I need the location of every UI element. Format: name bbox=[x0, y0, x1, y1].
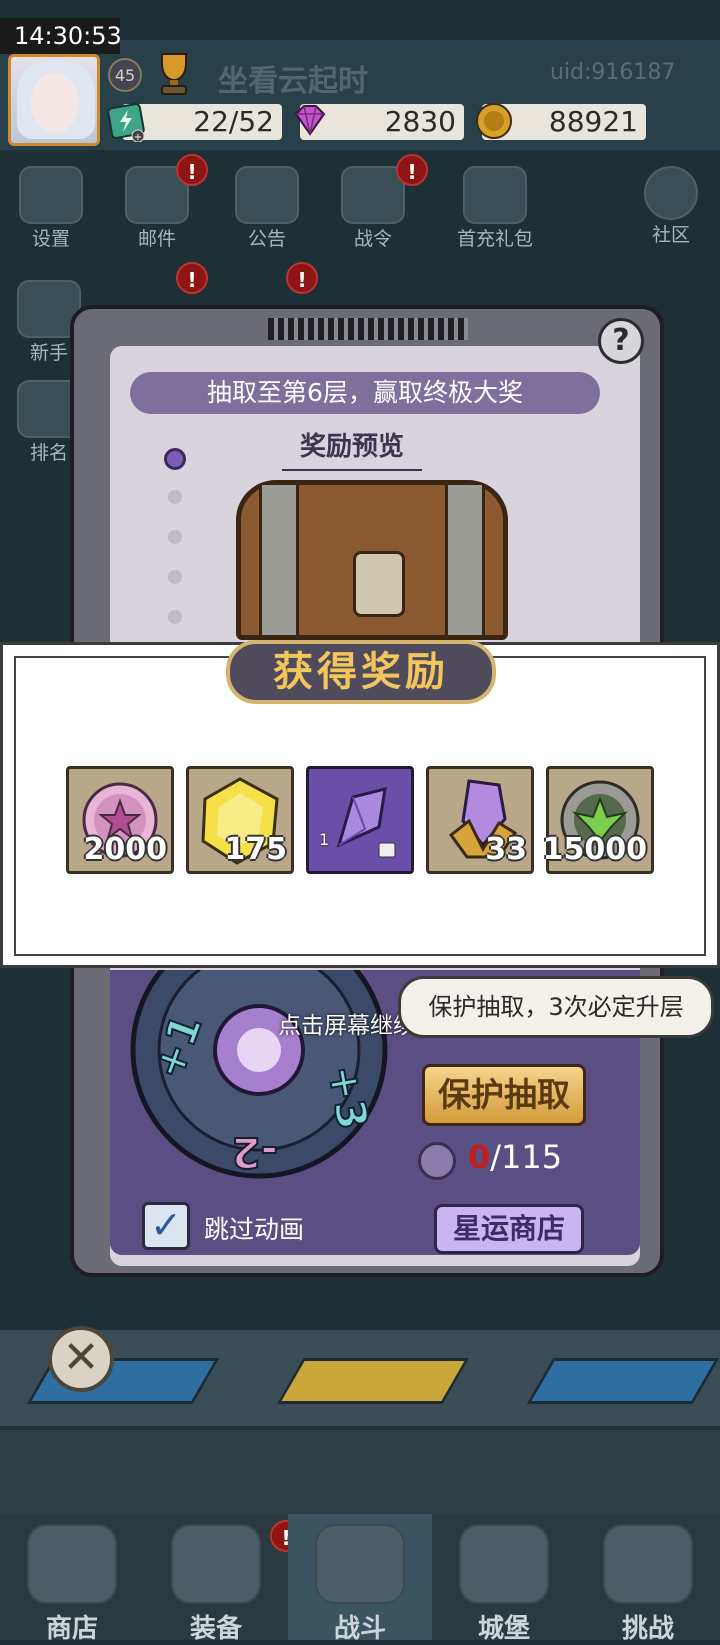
player-uid: uid:916187 bbox=[550, 60, 676, 85]
crossed-swords-icon bbox=[315, 1524, 405, 1604]
battle-pass-alert-badge: ! bbox=[396, 154, 428, 186]
menu-settings[interactable]: 设置 bbox=[6, 166, 96, 251]
tab-label: 装备 bbox=[189, 1614, 242, 1644]
reward-slot[interactable]: 33 bbox=[426, 766, 534, 874]
goal-banner: 抽取至第6层，赢取终极大奖 bbox=[130, 372, 600, 414]
gold-coin-icon[interactable] bbox=[474, 100, 514, 142]
tab-shop[interactable]: 商店 bbox=[0, 1514, 144, 1644]
skip-animation-label: 跳过动画 bbox=[204, 1215, 305, 1244]
panel-vent-decoration bbox=[268, 318, 468, 340]
close-button[interactable]: ✕ bbox=[48, 1326, 114, 1392]
tab-battle[interactable]: 战斗 bbox=[288, 1514, 432, 1644]
avatar-face bbox=[31, 73, 79, 133]
progress-dot bbox=[168, 490, 182, 504]
reward-quantity: 1 bbox=[319, 830, 330, 849]
player-name: 坐看云起时 bbox=[218, 64, 368, 99]
progress-dot bbox=[168, 570, 182, 584]
menu-community[interactable]: 社区 bbox=[626, 166, 716, 247]
home-icon bbox=[644, 166, 698, 220]
alert-badge: ! bbox=[286, 262, 318, 294]
reward-title: 获得奖励 bbox=[226, 640, 496, 704]
challenge-shield-icon bbox=[603, 1524, 693, 1604]
alert-badge: ! bbox=[176, 262, 208, 294]
menu-label: 社区 bbox=[651, 224, 690, 246]
tab-challenge[interactable]: 挑战 bbox=[576, 1514, 720, 1644]
reward-quantity: 33 bbox=[485, 832, 527, 867]
tab-castle[interactable]: 城堡 bbox=[432, 1514, 576, 1644]
dice-wheel[interactable]: +1 +3 -2 bbox=[128, 970, 390, 1188]
reward-quantity: 15000 bbox=[542, 832, 647, 867]
tab-label: 城堡 bbox=[477, 1614, 530, 1644]
draw-token-icon bbox=[418, 1142, 456, 1180]
protect-token-count: 0/115 bbox=[468, 1138, 562, 1176]
status-time: 14:30:53 bbox=[0, 18, 122, 54]
progress-dot bbox=[168, 530, 182, 544]
progress-dot-current bbox=[164, 448, 186, 470]
purple-crystal-icon bbox=[336, 786, 396, 858]
reward-preview-label[interactable]: 奖励预览 bbox=[282, 426, 422, 471]
stamina-icon[interactable]: + bbox=[106, 100, 146, 142]
menu-label: 战令 bbox=[353, 228, 392, 250]
token-current: 0 bbox=[468, 1138, 491, 1176]
reward-slot[interactable]: 2000 bbox=[66, 766, 174, 874]
menu-label: 设置 bbox=[31, 228, 70, 250]
protect-draw-button[interactable]: 保护抽取 bbox=[422, 1064, 586, 1126]
decorative-diamond bbox=[526, 1358, 720, 1404]
gear-icon bbox=[19, 166, 83, 224]
menu-label: 邮件 bbox=[137, 228, 176, 250]
level-badge: 45 bbox=[108, 58, 142, 92]
scroll-icon bbox=[235, 166, 299, 224]
chest-band bbox=[445, 485, 485, 635]
equipment-icon bbox=[171, 1524, 261, 1604]
stamina-counter: 22/52 bbox=[122, 104, 282, 140]
avatar[interactable] bbox=[8, 54, 100, 146]
lock-icon bbox=[353, 551, 405, 617]
menu-label: 公告 bbox=[247, 228, 286, 250]
reward-slot[interactable]: 15000 bbox=[542, 766, 654, 874]
tab-equipment[interactable]: 装备 bbox=[144, 1514, 288, 1644]
progress-dot bbox=[168, 610, 182, 624]
tab-label: 战斗 bbox=[333, 1614, 386, 1644]
continue-hint: 点击屏幕继续 bbox=[278, 1013, 416, 1039]
menu-announcement[interactable]: 公告 bbox=[222, 166, 312, 251]
battle-pass-icon bbox=[341, 166, 405, 224]
trophy-icon[interactable] bbox=[154, 50, 194, 96]
star-shop-button[interactable]: 星运商店 bbox=[434, 1204, 584, 1254]
menu-first-recharge[interactable]: 首充礼包 bbox=[440, 166, 550, 251]
gem-icon[interactable] bbox=[290, 100, 330, 142]
shop-icon bbox=[27, 1524, 117, 1604]
token-total: /115 bbox=[490, 1138, 563, 1176]
tab-label: 挑战 bbox=[621, 1614, 674, 1644]
mail-alert-badge: ! bbox=[176, 154, 208, 186]
protect-tooltip: 保护抽取，3次必定升层 bbox=[398, 976, 714, 1038]
wheel-segment: -2 bbox=[231, 1128, 278, 1177]
reward-quantity: 175 bbox=[224, 832, 287, 867]
chest-band bbox=[259, 485, 299, 635]
reward-slot[interactable]: 175 bbox=[186, 766, 294, 874]
reward-slot[interactable]: 1 bbox=[306, 766, 414, 874]
decorative-diamond bbox=[276, 1358, 470, 1404]
skip-animation-checkbox[interactable]: ✓ bbox=[142, 1202, 190, 1250]
tab-label: 商店 bbox=[45, 1614, 98, 1644]
gift-bag-icon bbox=[463, 166, 527, 224]
reward-quantity: 2000 bbox=[83, 832, 168, 867]
ground-background bbox=[0, 1430, 720, 1520]
help-button[interactable]: ? bbox=[598, 318, 644, 364]
menu-label: 首充礼包 bbox=[456, 228, 533, 250]
treasure-chest-icon[interactable] bbox=[236, 480, 508, 640]
svg-text:+: + bbox=[134, 132, 142, 142]
castle-icon bbox=[459, 1524, 549, 1604]
